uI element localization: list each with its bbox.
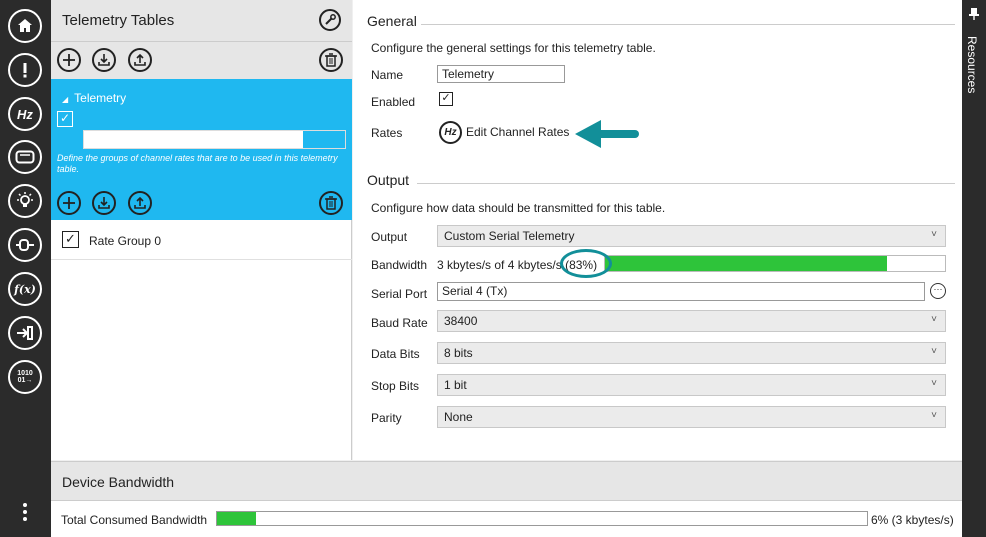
output-select[interactable]: Custom Serial Telemetry ˅ (437, 225, 946, 247)
hz-icon: Hz (439, 120, 462, 144)
add-rate-group-icon[interactable] (57, 191, 81, 215)
stop-bits-label: Stop Bits (371, 379, 420, 393)
parity-label: Parity (371, 411, 402, 425)
serial-port-field[interactable]: Serial 4 (Tx) (437, 282, 925, 301)
light-icon[interactable] (8, 184, 42, 218)
baud-rate-label: Baud Rate (371, 316, 428, 330)
stop-bits-select[interactable]: 1 bit ˅ (437, 374, 946, 396)
serial-port-label: Serial Port (371, 287, 428, 301)
data-bits-label: Data Bits (371, 347, 420, 361)
bandwidth-label: Bandwidth (371, 258, 428, 272)
panel-title: Telemetry Tables (62, 12, 175, 29)
expand-triangle-icon[interactable]: ◢ (62, 95, 68, 104)
enabled-checkbox[interactable]: ✓ (439, 92, 453, 106)
chevron-down-icon: ˅ (931, 410, 937, 421)
table-toolbar (51, 42, 352, 79)
baud-rate-value: 38400 (444, 314, 478, 328)
general-section-title: General (367, 13, 417, 29)
device-bandwidth-title: Device Bandwidth (62, 474, 175, 490)
output-label: Output (371, 230, 408, 244)
telemetry-table-item[interactable]: ◢ Telemetry ✓ Define the groups of channe… (51, 79, 352, 220)
import-icon[interactable] (92, 48, 116, 72)
binary-icon[interactable]: 1010 01→ (8, 360, 42, 394)
import-rate-group-icon[interactable] (92, 191, 116, 215)
chevron-down-icon: ˅ (931, 378, 937, 389)
rate-group-toolbar (51, 188, 352, 220)
parity-value: None (444, 410, 473, 424)
function-icon[interactable]: f(x) (8, 272, 42, 306)
output-description: Configure how data should be transmitted… (371, 201, 666, 215)
nav-rail: Hz f(x) 1010 01→ (0, 0, 51, 537)
parity-select[interactable]: None ˅ (437, 406, 946, 428)
telemetry-description: Define the groups of channel rates that … (57, 153, 338, 174)
edit-channel-rates-label: Edit Channel Rates (466, 125, 570, 139)
device-bandwidth-row: Total Consumed Bandwidth 6% (3 kbytes/s) (51, 501, 962, 537)
app-window: Hz f(x) 1010 01→ Telemetry Tables ◢ Tele… (0, 0, 986, 537)
stop-bits-value: 1 bit (444, 378, 467, 392)
name-label: Name (371, 68, 404, 82)
data-bits-select[interactable]: 8 bits ˅ (437, 342, 946, 364)
divider (417, 183, 955, 184)
add-icon[interactable] (57, 48, 81, 72)
telemetry-name-label: Telemetry (74, 91, 127, 105)
chevron-down-icon: ˅ (931, 229, 937, 240)
telemetry-name-input[interactable] (83, 130, 346, 149)
telemetry-table-name: ◢ Telemetry (62, 91, 126, 105)
pin-icon[interactable] (969, 8, 979, 20)
input-overflow (302, 131, 345, 148)
bandwidth-progress-bar (604, 255, 946, 272)
alert-icon[interactable] (8, 53, 42, 87)
display-icon[interactable] (8, 140, 42, 174)
chevron-down-icon: ˅ (931, 346, 937, 357)
home-icon[interactable] (8, 9, 42, 43)
more-icon[interactable] (22, 503, 28, 525)
rate-group-label: Rate Group 0 (89, 234, 162, 248)
total-bandwidth-progress-bar (216, 511, 868, 526)
rates-label: Rates (371, 126, 403, 140)
bandwidth-progress-fill (605, 256, 888, 271)
divider (421, 24, 955, 25)
output-section-title: Output (367, 172, 410, 188)
connector-icon[interactable] (8, 228, 42, 262)
input-icon[interactable] (8, 316, 42, 350)
edit-channel-rates-button[interactable]: Hz Edit Channel Rates (439, 120, 569, 144)
total-bandwidth-progress-fill (217, 512, 256, 525)
output-select-value: Custom Serial Telemetry (444, 229, 575, 243)
chevron-down-icon: ˅ (931, 314, 937, 325)
device-bandwidth-header: Device Bandwidth (51, 461, 962, 501)
rate-group-checkbox[interactable]: ✓ (62, 231, 79, 248)
total-bandwidth-value: 6% (3 kbytes/s) (871, 513, 954, 527)
ellipsis-icon[interactable]: ··· (930, 283, 946, 299)
settings-panel: General Configure the general settings f… (353, 0, 962, 460)
wrench-icon[interactable] (319, 9, 341, 31)
telemetry-enabled-checkbox[interactable]: ✓ (57, 111, 73, 127)
resources-label[interactable]: Resources (965, 36, 979, 93)
panel-header: Telemetry Tables (51, 0, 352, 42)
baud-rate-select[interactable]: 38400 ˅ (437, 310, 946, 332)
resources-sidebar[interactable]: Resources (962, 0, 986, 537)
data-bits-value: 8 bits (444, 346, 473, 360)
total-bandwidth-label: Total Consumed Bandwidth (61, 513, 208, 527)
arrow-annotation-icon (575, 120, 639, 148)
hz-icon[interactable]: Hz (8, 97, 42, 131)
enabled-label: Enabled (371, 95, 416, 109)
name-field[interactable]: Telemetry (437, 65, 565, 83)
highlight-ring-annotation (560, 249, 612, 278)
delete-icon[interactable] (319, 48, 343, 72)
rate-group-row[interactable]: ✓ Rate Group 0 (51, 220, 352, 260)
delete-rate-group-icon[interactable] (319, 191, 343, 215)
telemetry-tables-panel: Telemetry Tables ◢ Telemetry ✓ Define th… (51, 0, 352, 460)
export-icon[interactable] (128, 48, 152, 72)
bandwidth-value: 3 kbytes/s of 4 kbytes/s (437, 258, 562, 272)
export-rate-group-icon[interactable] (128, 191, 152, 215)
general-description: Configure the general settings for this … (371, 41, 656, 55)
